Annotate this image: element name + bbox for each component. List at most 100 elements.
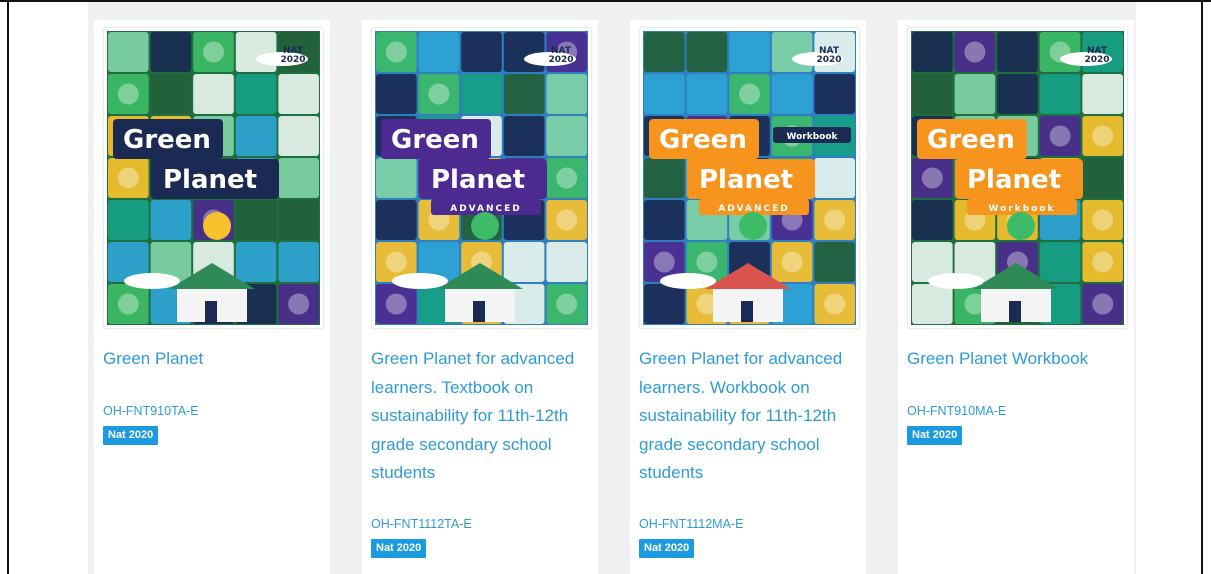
cover-house-door [741, 301, 753, 322]
cover-mosaic-tile [546, 116, 587, 156]
cover-tile-motif [1092, 209, 1114, 231]
cover-mosaic-tile [376, 74, 417, 114]
cover-mosaic-tile [376, 158, 417, 198]
cover-mosaic-tile [814, 242, 855, 282]
cover-mosaic-tile [278, 116, 319, 156]
cover-mosaic-tile [418, 32, 460, 72]
cover-tile-motif [203, 41, 224, 63]
cover-mosaic-tile [546, 74, 587, 114]
book-cover-frame[interactable]: NAT 2020 Green Planet ADVANCED Workbook [640, 28, 859, 328]
cover-mosaic-tile [108, 32, 149, 72]
book-title-link[interactable]: Green Planet for advanced learners. Work… [639, 345, 859, 488]
cover-title-line2: Planet [163, 165, 257, 195]
cover-mosaic-tile [150, 74, 192, 114]
cover-mosaic-tile [235, 242, 277, 282]
cover-house-door [1009, 301, 1021, 322]
cover-tile-motif [739, 83, 760, 105]
cover-corner-label: NAT 2020 [816, 46, 841, 65]
cover-mosaic-tile [1039, 242, 1081, 282]
cover-mosaic-tile [1082, 74, 1123, 114]
cover-mosaic-tile [644, 158, 685, 198]
cover-corner-line: 2020 [1084, 55, 1109, 65]
cover-tile-motif [117, 167, 139, 189]
cover-mosaic-tile [997, 74, 1038, 114]
cover-art: NAT 2020GreenPlanetADVANCEDWorkbook [643, 31, 856, 325]
cover-corner-line: 2020 [816, 55, 841, 65]
cover-mosaic-tile [912, 200, 953, 240]
cover-art: NAT 2020 Green Planet [107, 31, 320, 325]
cover-mosaic-tile [1082, 158, 1123, 198]
cover-cloud [928, 273, 984, 289]
book-title-link[interactable]: Green Planet Workbook [907, 345, 1127, 374]
cover-mosaic-tile [235, 32, 277, 72]
cover-mosaic-tile [912, 74, 953, 114]
cover-mosaic-tile [771, 32, 813, 72]
product-card[interactable]: NAT 2020 Green Planet ADVANCED Green Planet … [362, 20, 598, 574]
frame-left-border [7, 0, 9, 574]
cover-cloud [392, 273, 448, 289]
cover-title-line1: Green [391, 125, 479, 155]
cover-mosaic-tile [503, 32, 545, 72]
cover-mosaic-tile [771, 74, 813, 114]
cover-tile-motif [556, 209, 578, 231]
cover-tile-motif [1049, 125, 1071, 147]
book-cover-frame[interactable]: NAT 2020 Green Planet ADVANCED [372, 28, 591, 328]
book-cover-frame[interactable]: NAT 2020 Green Planet [104, 28, 323, 328]
cover-mosaic-tile [814, 74, 855, 114]
cover-mosaic-tile [503, 242, 545, 282]
cover-tile-motif [385, 41, 407, 63]
cover-title-line2: Planet [431, 165, 525, 195]
book-code: OH-FNT910TA-E [103, 404, 199, 418]
cover-mosaic-tile [235, 200, 277, 240]
cover-tag: Workbook [786, 132, 838, 142]
cover-tile-motif [556, 167, 578, 189]
cover-mosaic-tile [644, 284, 685, 324]
cover-corner-label: NAT 2020 [280, 46, 305, 65]
book-title-link[interactable]: Green Planet for advanced learners. Text… [371, 345, 591, 488]
cover-mosaic-tile [644, 32, 685, 72]
cover-mosaic-tile [546, 242, 587, 282]
cover-mosaic-tile [461, 74, 502, 114]
product-card[interactable]: NAT 2020 Green Planet Workbook Green Planet … [898, 20, 1134, 574]
cover-mosaic-tile [193, 74, 234, 114]
cover-tile-motif [428, 83, 450, 105]
curriculum-badge: Nat 2020 [907, 426, 963, 445]
cover-mosaic-tile [686, 74, 728, 114]
book-cover-image[interactable]: NAT 2020 Green Planet ADVANCED [375, 31, 588, 325]
cover-mosaic-tile [912, 284, 953, 324]
cover-mosaic-tile [814, 158, 855, 198]
cover-corner-line: 2020 [280, 55, 305, 65]
cover-title-line1: Green [123, 125, 211, 155]
cover-tile-motif [385, 251, 407, 273]
cover-art: NAT 2020GreenPlanetWorkbook [911, 31, 1124, 325]
book-cover-frame[interactable]: NAT 2020 Green Planet Workbook [908, 28, 1127, 328]
cover-tile-motif [385, 293, 407, 315]
book-title-link[interactable]: Green Planet [103, 345, 323, 374]
cover-tile-motif [653, 251, 675, 273]
cover-tile-motif [921, 167, 943, 189]
book-cover-image[interactable]: NAT 2020 Green Planet [107, 31, 320, 325]
cover-tile-motif [288, 293, 310, 315]
curriculum-badge: Nat 2020 [639, 539, 695, 558]
cover-mosaic-tile [954, 74, 996, 114]
cover-mosaic-tile [150, 200, 192, 240]
book-cover-image[interactable]: NAT 2020 Green Planet ADVANCED Workbook [643, 31, 856, 325]
cover-mosaic-tile [278, 242, 319, 282]
cover-corner-label: NAT 2020 [548, 46, 573, 65]
cover-house-door [205, 301, 217, 322]
cover-mosaic-tile [644, 200, 685, 240]
cover-mosaic-tile [278, 200, 319, 240]
cover-mosaic-tile [644, 74, 685, 114]
cover-tile-motif [556, 293, 578, 315]
cover-mosaic-tile [278, 158, 319, 198]
cover-mosaic-tile [729, 32, 770, 72]
product-card[interactable]: NAT 2020 Green Planet Green Planet OH-FNT91… [94, 20, 330, 574]
product-card[interactable]: NAT 2020 Green Planet ADVANCED Workbook Green… [630, 20, 866, 574]
cover-mosaic-tile [461, 32, 502, 72]
curriculum-badge: Nat 2020 [103, 426, 159, 445]
cover-mosaic-tile [912, 32, 953, 72]
book-cover-image[interactable]: NAT 2020 Green Planet Workbook [911, 31, 1124, 325]
cover-mosaic-tile [376, 200, 417, 240]
cover-mosaic-tile [108, 200, 149, 240]
cover-mosaic-tile [503, 74, 545, 114]
